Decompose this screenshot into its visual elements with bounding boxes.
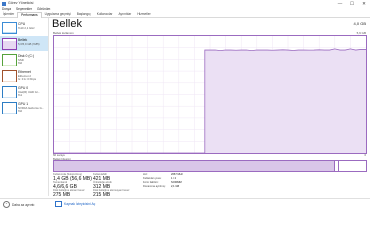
sidebar-item-value: G: 0 A: 0 Kbps	[18, 77, 37, 81]
x-axis-end-label: 0	[364, 153, 366, 157]
task-manager-icon	[2, 2, 6, 6]
detail-value: 1 / 2	[171, 177, 177, 180]
footer-bar: ^ Daha az ayrıntı Kaynak İzleyicisini Aç	[0, 198, 370, 209]
detail-speed: Hız: 2667 MHz	[143, 173, 203, 176]
sidebar-item-memory[interactable]: Bellek 5,0/5,9 GB (%85)	[0, 36, 48, 51]
sidebar-item-value: %0	[18, 109, 23, 113]
sidebar-item-gpu-1[interactable]: GPU 1 NVIDIA GeForce G... %0	[0, 100, 48, 115]
detail-key: Kullanılan yuva:	[143, 177, 162, 180]
stat-paged-pool: Disk belleğine alınan havuz 275 MB	[53, 189, 85, 198]
open-resource-monitor-label: Kaynak İzleyicisini Aç	[64, 202, 96, 206]
window-title: Görev Yöneticisi	[8, 1, 34, 5]
page-title: Bellek	[52, 18, 82, 30]
disk-mini-graph	[2, 54, 17, 66]
sidebar-item-value: %10 2,1 GHz	[18, 26, 35, 30]
detail-value: SODIMM	[171, 181, 182, 184]
detail-value: 2,1 GB	[171, 185, 180, 188]
performance-sidebar: CPU %10 2,1 GHz Bellek 5,0/5,9 GB (%85) …	[0, 18, 49, 196]
memory-stats: Kullanımda (Sıkıştırılmış) 1,4 GB (56,6 …	[53, 173, 365, 198]
sidebar-item-ethernet[interactable]: Ethernet Ethernet 2 G: 0 A: 0 Kbps	[0, 68, 48, 83]
composition-divider	[334, 161, 335, 171]
total-memory: 4,0 GB	[353, 21, 366, 26]
title-bar: Görev Yöneticisi — ☐ ✕	[0, 0, 370, 8]
gpu-mini-graph	[2, 102, 17, 114]
less-details-button[interactable]: ^ Daha az ayrıntı	[3, 201, 34, 208]
sidebar-item-value: %1	[18, 93, 23, 97]
gpu-mini-graph	[2, 86, 17, 98]
tab-users[interactable]: Kullanıcılar	[94, 12, 116, 17]
memory-composition-bar	[53, 160, 367, 172]
sidebar-item-value: %0	[18, 61, 23, 65]
detail-key: Donanıma ayrılmış:	[143, 185, 166, 188]
detail-form-factor: Form faktörü: SODIMM	[143, 181, 203, 184]
detail-hardware-reserved: Donanıma ayrılmış: 2,1 GB	[143, 185, 203, 188]
window-controls: — ☐ ✕	[334, 0, 370, 8]
resource-monitor-icon	[55, 201, 62, 207]
maximize-button[interactable]: ☐	[346, 0, 358, 8]
sidebar-item-gpu-0[interactable]: GPU 0 Intel(R) UHD Gr... %1	[0, 84, 48, 99]
tab-startup[interactable]: Başlangıç	[74, 12, 94, 17]
memory-mini-graph	[2, 38, 17, 50]
sidebar-item-cpu[interactable]: CPU %10 2,1 GHz	[0, 20, 48, 35]
detail-key: Hız:	[143, 173, 148, 176]
close-button[interactable]: ✕	[358, 0, 370, 8]
memory-panel: Bellek 4,0 GB Bellek kullanımı 5,9 GB 60…	[50, 18, 368, 198]
detail-value: 2667 MHz	[171, 173, 183, 176]
detail-slots: Kullanılan yuva: 1 / 2	[143, 177, 203, 180]
open-resource-monitor-link[interactable]: Kaynak İzleyicisini Aç	[55, 201, 95, 207]
stat-nonpaged-pool: Disk belleğine alınmayan havuz 215 MB	[93, 189, 129, 198]
tab-services[interactable]: Hizmetler	[134, 12, 153, 17]
sidebar-item-disk[interactable]: Disk 0 (C:) SSD %0	[0, 52, 48, 67]
tab-processes[interactable]: İşlemler	[0, 12, 17, 17]
sidebar-item-value: 5,0/5,9 GB (%85)	[18, 42, 40, 46]
less-details-label: Daha az ayrıntı	[12, 202, 35, 207]
tab-app-history[interactable]: Uygulama geçmişi	[42, 12, 74, 17]
detail-key: Form faktörü:	[143, 181, 159, 184]
cpu-mini-graph	[2, 22, 17, 34]
minimize-button[interactable]: —	[334, 0, 346, 8]
memory-usage-chart	[53, 35, 367, 154]
memory-usage-svg	[54, 36, 366, 153]
tab-details[interactable]: Ayrıntılar	[115, 12, 134, 17]
ethernet-mini-graph	[2, 70, 17, 82]
composition-divider	[338, 161, 339, 171]
composition-in-use	[54, 161, 334, 171]
chevron-up-icon: ^	[3, 201, 10, 208]
